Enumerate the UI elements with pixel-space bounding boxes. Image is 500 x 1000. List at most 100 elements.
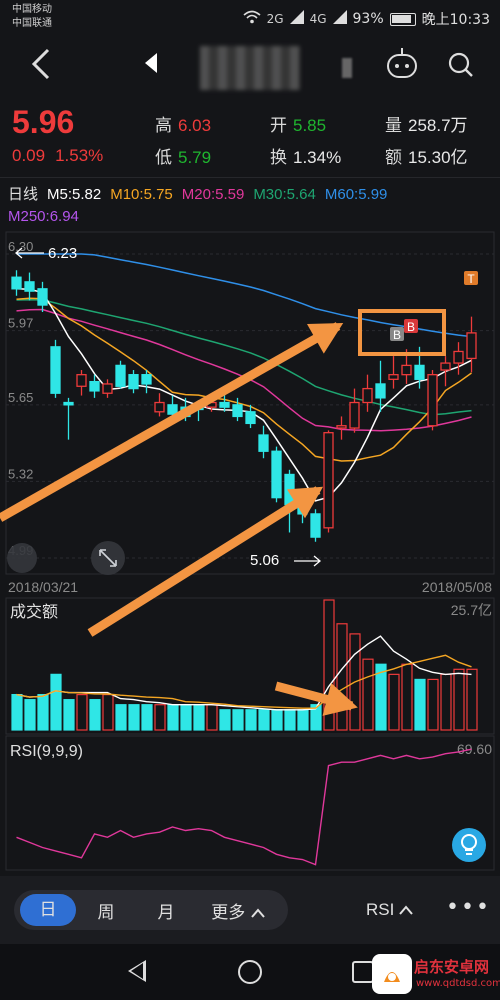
left-bubble xyxy=(7,543,37,573)
volume-bar xyxy=(245,709,257,731)
volume-max-label: 25.7亿 xyxy=(451,602,492,618)
volume-bar xyxy=(102,693,114,731)
indicator-selector[interactable]: RSI xyxy=(366,900,413,920)
candle-body xyxy=(37,288,48,306)
candle-body xyxy=(453,350,464,364)
volume-bar xyxy=(440,673,452,731)
volume-bar xyxy=(193,704,205,731)
tab-more[interactable]: 更多 xyxy=(196,898,280,923)
low-value: 5.79 xyxy=(178,148,212,167)
ma60-label: M60:5.99 xyxy=(324,186,388,203)
clock: 晚上10:33 xyxy=(421,12,490,28)
candle-body xyxy=(427,374,438,427)
candle-body xyxy=(401,364,412,376)
volume-bar xyxy=(427,678,439,731)
price-change: 0.09 1.53% xyxy=(12,146,103,166)
open-value: 5.85 xyxy=(293,116,327,135)
candle-body xyxy=(440,362,451,371)
turnover-label: 换 xyxy=(270,148,287,167)
kline-chart[interactable]: 6.305.975.655.324.996.235.06BBT2018/03/2… xyxy=(0,228,500,876)
candle-body xyxy=(336,425,347,429)
price-tick-label: 5.32 xyxy=(8,466,33,481)
volume-bar xyxy=(11,693,23,731)
battery-percent: 93% xyxy=(352,11,384,27)
candle-body xyxy=(375,383,386,399)
open-stat: 开 5.85 xyxy=(270,111,326,136)
robot-icon[interactable] xyxy=(387,48,417,78)
chevron-left-icon[interactable] xyxy=(30,46,52,91)
triangle-left-icon[interactable] xyxy=(144,52,158,80)
ma30-label: M30:5.64 xyxy=(253,186,316,203)
candle-body xyxy=(323,432,334,529)
rsi-line xyxy=(16,748,472,866)
signal-2-icon xyxy=(332,10,347,28)
price-tick-label: 5.65 xyxy=(8,390,33,405)
volume-bar xyxy=(258,709,270,731)
volume-bar xyxy=(115,704,127,731)
chevron-up-icon xyxy=(399,900,413,919)
watermark: 启东安卓网 www.qdtdsd.com xyxy=(372,952,500,998)
candle-body xyxy=(466,332,477,360)
change-value: 0.09 xyxy=(12,146,46,165)
volume-bar xyxy=(388,673,400,731)
volume-bar xyxy=(76,693,88,731)
volume-bar xyxy=(37,693,49,731)
candle-body xyxy=(141,374,152,385)
system-back-icon[interactable] xyxy=(128,960,146,982)
candle-body xyxy=(219,401,230,408)
tab-day[interactable]: 日 xyxy=(20,894,76,926)
amount-label: 额 xyxy=(385,148,402,167)
volume-bar xyxy=(297,709,309,731)
date-end-label: 2018/05/08 xyxy=(422,579,492,595)
ma250-label: M250:6.94 xyxy=(8,208,79,225)
period-label: 日线 xyxy=(8,186,39,203)
status-icons: 2G 4G 93% 晚上10:33 xyxy=(243,9,490,29)
rsi-panel-title: RSI(9,9,9) xyxy=(10,743,83,760)
tab-week[interactable]: 周 xyxy=(76,898,136,923)
low-marker: 5.06 xyxy=(250,552,279,569)
ellipsis-icon[interactable]: ••• xyxy=(446,895,491,920)
low-label: 低 xyxy=(155,148,172,167)
candle-body xyxy=(310,513,321,538)
volume-bar xyxy=(128,704,140,731)
candle-body xyxy=(167,404,178,415)
watermark-title: 启东安卓网 xyxy=(414,958,490,976)
volume-bar xyxy=(206,704,218,731)
tab-month[interactable]: 月 xyxy=(136,898,196,923)
candle-body xyxy=(63,401,74,406)
system-home-icon[interactable] xyxy=(238,960,262,984)
candle-body xyxy=(11,276,22,290)
system-recents-icon[interactable] xyxy=(352,961,374,983)
candle-body xyxy=(115,364,126,387)
ma20-label: M20:5.59 xyxy=(181,186,245,203)
amount-value: 15.30亿 xyxy=(408,148,468,167)
candle-body xyxy=(245,411,256,425)
signal-marker-label: B xyxy=(393,328,401,342)
carrier-2: 中国联通 xyxy=(12,18,52,29)
candle-body xyxy=(258,434,269,452)
candle-body xyxy=(76,374,87,387)
price-tick-label: 5.97 xyxy=(8,316,33,331)
volume-stat: 量 258.7万 xyxy=(385,111,468,136)
volume-bar xyxy=(466,668,478,731)
search-icon[interactable] xyxy=(448,52,473,77)
chevron-up-icon xyxy=(250,903,265,923)
lightbulb-icon[interactable] xyxy=(452,828,486,862)
open-label: 开 xyxy=(270,116,287,135)
amount-stat: 额 15.30亿 xyxy=(385,143,468,168)
volume-bar xyxy=(362,658,374,731)
battery-icon xyxy=(389,12,416,26)
nav-bar xyxy=(0,36,500,100)
volume-bar xyxy=(401,663,413,731)
tab-more-label: 更多 xyxy=(211,902,246,923)
stock-name-blurred xyxy=(200,46,300,90)
volume-value: 258.7万 xyxy=(408,116,468,135)
volume-bar xyxy=(232,709,244,731)
candle-body xyxy=(271,450,282,499)
volume-bar xyxy=(271,709,283,731)
date-start-label: 2018/03/21 xyxy=(8,579,78,595)
volume-bar xyxy=(414,678,426,731)
ma-legend: 日线 M5:5.82 M10:5.75 M20:5.59 M30:5.64 M60:5.9… xyxy=(8,183,500,204)
signal-1-icon xyxy=(289,10,304,28)
next-stock-blurred[interactable] xyxy=(342,58,352,78)
